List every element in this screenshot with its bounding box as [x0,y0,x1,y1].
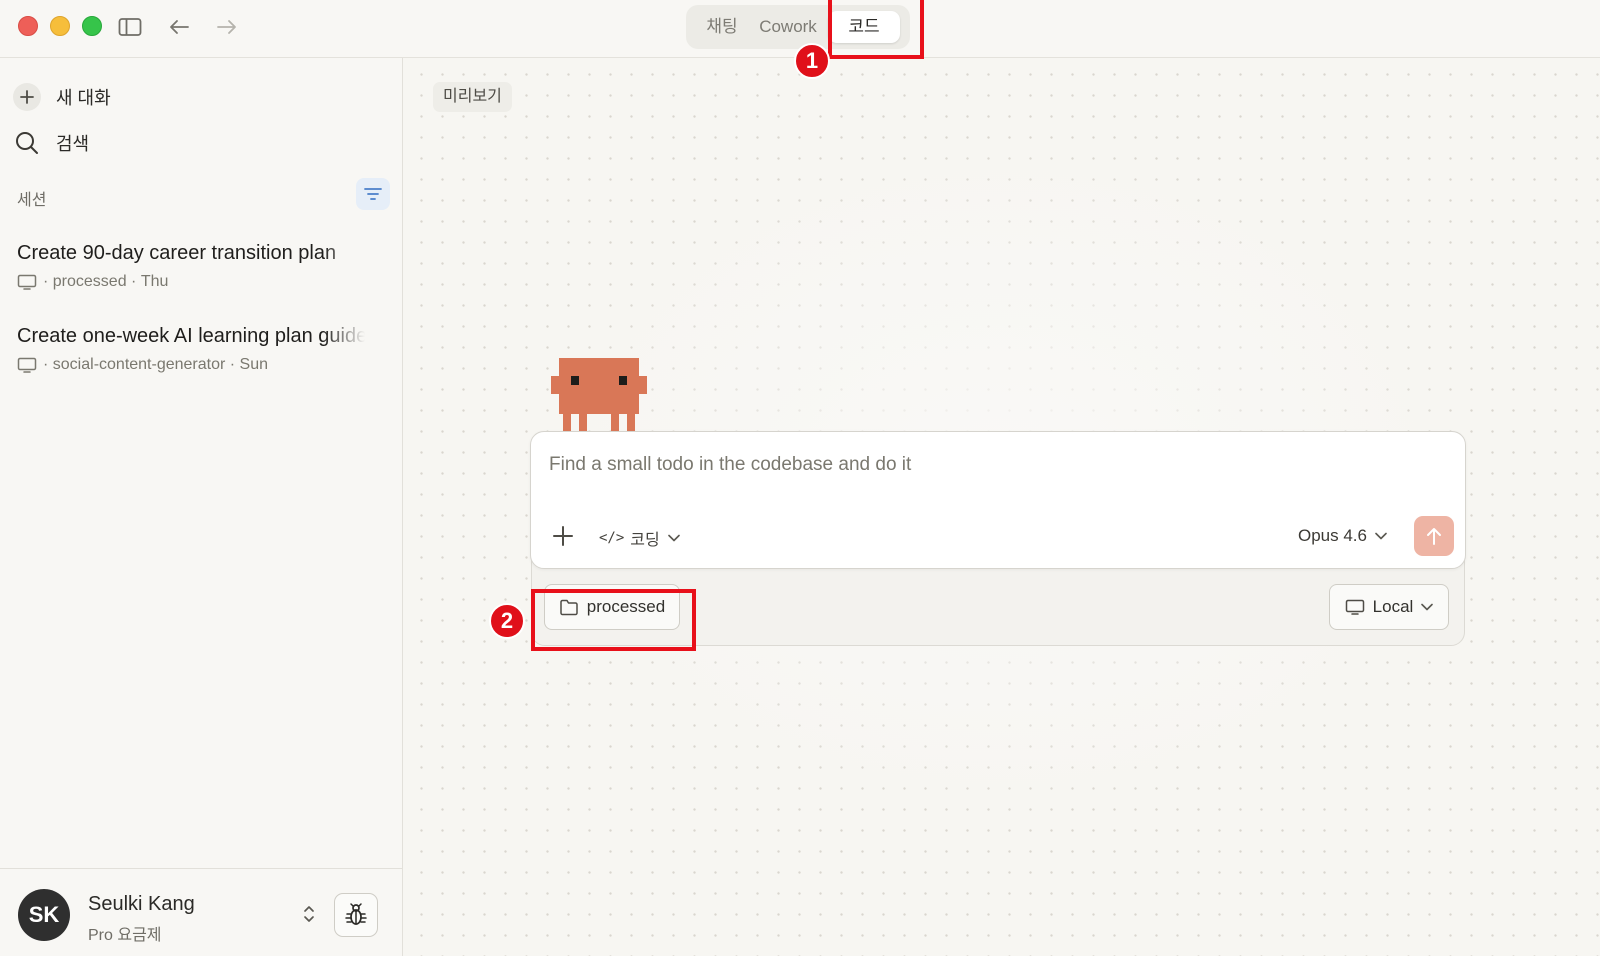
session-item[interactable]: Create 90-day career transition plan · p… [17,242,365,291]
bug-report-button[interactable] [334,893,378,937]
main-area: 미리보기 Find a small todo in the codebase a… [403,58,1600,956]
forward-arrow-icon[interactable] [214,14,240,40]
annotation-box-code-tab [828,0,924,59]
chevron-down-icon [1421,603,1434,611]
session-folder: social-content-generator [52,356,226,373]
minimize-window-button[interactable] [50,16,70,36]
session-item[interactable]: Create one-week AI learning plan guide ·… [17,325,365,374]
separator-dot: · [43,356,53,373]
composer[interactable]: Find a small todo in the codebase and do… [530,431,1466,569]
chevron-up-down-icon[interactable] [302,903,316,930]
preview-chip[interactable]: 미리보기 [433,82,512,112]
sessions-section-label: 세션 [17,192,47,209]
user-plan: Pro 요금제 [88,927,162,944]
chevron-down-icon [1375,532,1387,540]
monitor-icon [17,274,37,290]
monitor-icon [1345,599,1364,615]
monitor-icon [17,357,37,373]
environment-label: Local [1372,597,1414,616]
mode-label: 코딩 [630,532,660,549]
separator-dot: · [43,273,53,290]
sidebar-toggle-icon[interactable] [117,14,143,40]
send-button[interactable] [1414,516,1454,556]
model-selector[interactable]: Opus 4.6 [1298,526,1387,546]
annotation-box-folder-chip [531,589,696,651]
filter-icon [364,188,382,200]
plus-icon [553,526,573,546]
avatar[interactable]: SK [18,889,70,941]
new-chat-label: 새 대화 [56,88,111,108]
separator-dot: · [126,273,141,290]
zoom-window-button[interactable] [82,16,102,36]
mascot-image [551,358,647,437]
new-chat-button[interactable]: 새 대화 [12,82,111,112]
prompt-input[interactable]: Find a small todo in the codebase and do… [549,454,911,476]
bug-icon [345,903,367,925]
environment-dropdown[interactable]: Local [1329,584,1449,630]
user-name[interactable]: Seulki Kang [88,893,195,916]
user-bar: SK Seulki Kang Pro 요금제 [0,868,402,956]
tab-cowork[interactable]: Cowork [752,11,824,43]
separator-dot: · [225,356,240,373]
session-day: Thu [140,273,169,290]
session-folder: processed [52,273,127,290]
filter-button[interactable] [356,178,390,210]
sidebar: 새 대화 검색 세션 Create 90-day career transiti… [0,58,403,956]
session-title: Create one-week AI learning plan guide [17,325,365,347]
session-day: Sun [239,356,269,373]
add-attachment-button[interactable] [551,524,575,553]
search-button[interactable]: 검색 [12,128,89,158]
mode-dropdown[interactable]: </> 코딩 [599,526,680,550]
code-icon: </> [599,530,625,546]
session-title: Create 90-day career transition plan [17,242,337,264]
model-label: Opus 4.6 [1298,526,1367,545]
annotation-marker-1: 1 [794,43,830,79]
arrow-up-icon [1427,528,1441,545]
search-label: 검색 [56,134,90,154]
close-window-button[interactable] [18,16,38,36]
back-arrow-icon[interactable] [166,14,192,40]
chevron-down-icon [667,534,680,542]
tab-chat[interactable]: 채팅 [692,11,752,43]
annotation-marker-2: 2 [489,603,525,639]
plus-icon [13,83,41,111]
search-icon [12,128,42,158]
